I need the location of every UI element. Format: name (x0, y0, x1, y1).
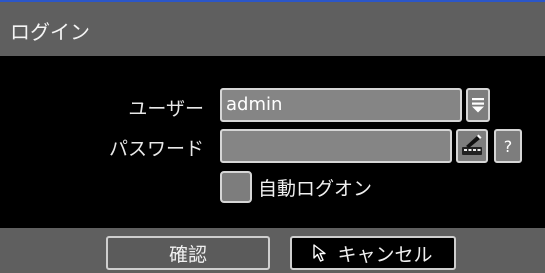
virtual-keyboard-button[interactable] (456, 129, 488, 163)
dialog-title: ログイン (10, 20, 90, 44)
pointer-cursor-icon (313, 244, 327, 262)
help-button[interactable]: ? (494, 129, 522, 163)
confirm-label: 確認 (168, 243, 207, 266)
user-select[interactable]: admin (220, 88, 462, 122)
cancel-label: キャンセル (337, 243, 433, 266)
password-field[interactable] (220, 129, 452, 163)
user-select-value: admin (226, 94, 283, 115)
dialog-footer: 確認 キャンセル (0, 228, 545, 273)
user-label: ユーザー (128, 98, 204, 120)
cancel-button[interactable]: キャンセル (290, 236, 456, 270)
help-label: ? (503, 136, 513, 156)
password-label: パスワード (108, 138, 204, 160)
auto-logon-label: 自動ログオン (258, 178, 373, 200)
confirm-button[interactable]: 確認 (106, 236, 270, 270)
auto-logon-checkbox[interactable] (220, 171, 252, 203)
chevron-down-icon (472, 98, 484, 113)
user-dropdown-button[interactable] (466, 88, 490, 122)
keyboard-pen-icon (462, 134, 482, 155)
dialog-titlebar: ログイン (0, 0, 545, 56)
